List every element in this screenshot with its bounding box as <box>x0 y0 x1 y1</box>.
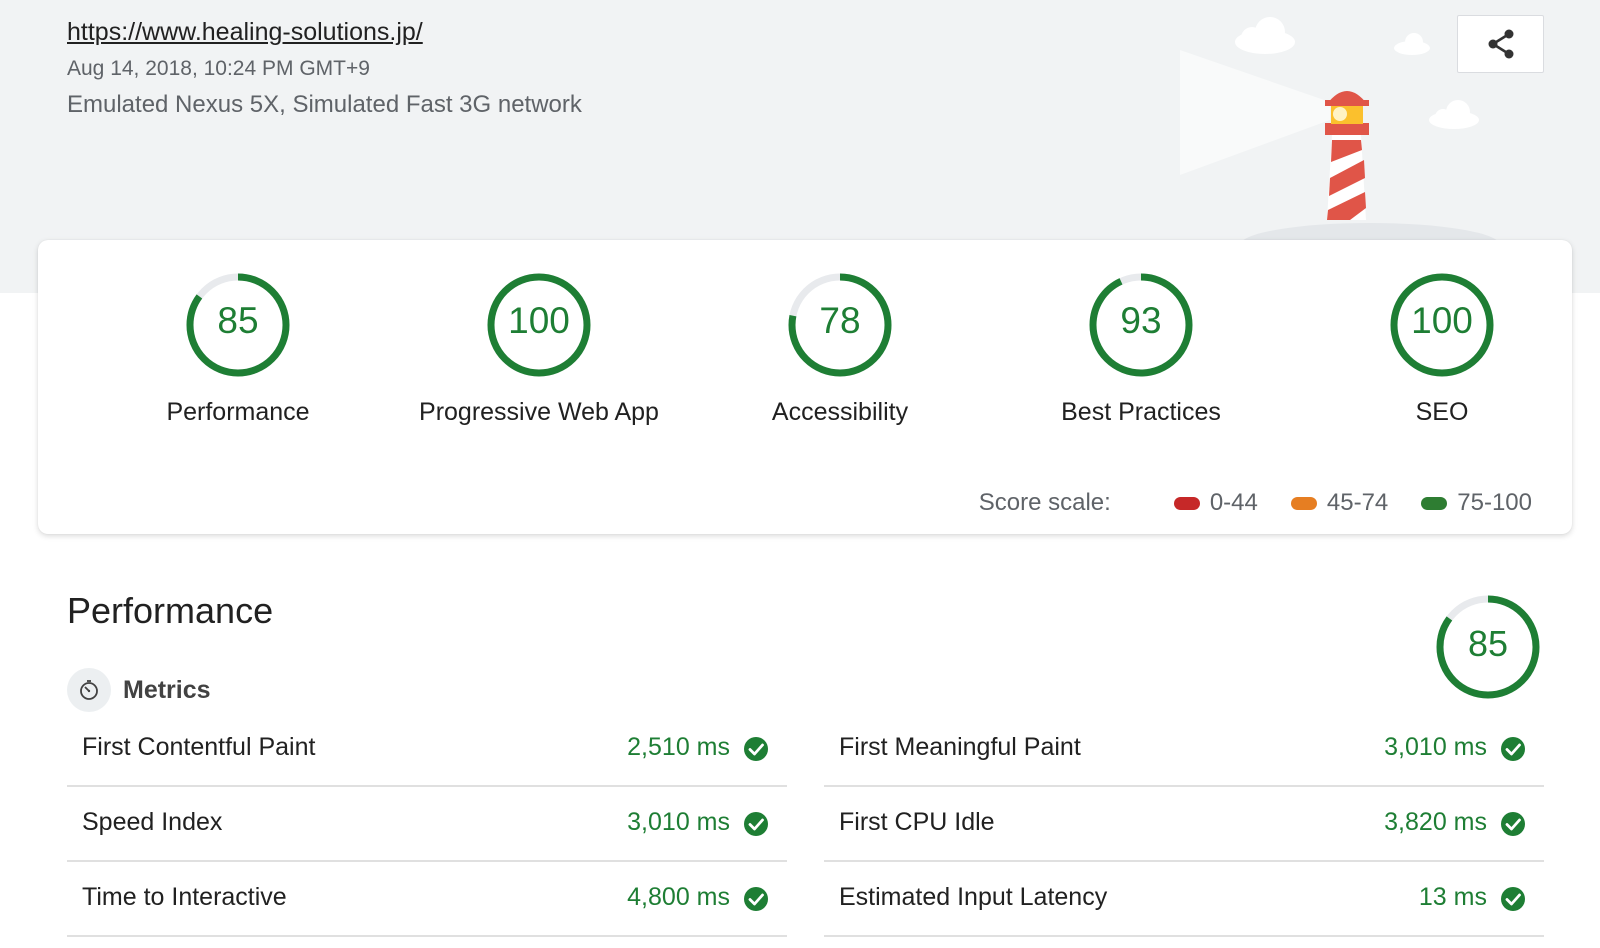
gauge-score: 100 <box>508 300 570 341</box>
report-environment: Emulated Nexus 5X, Simulated Fast 3G net… <box>67 91 582 118</box>
score-summary-card: 85 Performance 100 Progressive Web App 7… <box>38 240 1572 534</box>
score-scale-legend: Score scale: 0-44 45-74 75-100 <box>979 489 1532 517</box>
check-circle-icon <box>744 812 768 836</box>
score-scale-title: Score scale: <box>978 489 1111 516</box>
metric-label: Speed Index <box>82 808 223 836</box>
metrics-header: Metrics <box>67 668 211 712</box>
metric-row[interactable]: Time to Interactive 4,800 ms <box>67 862 787 937</box>
gauge-score: 93 <box>1120 300 1162 341</box>
score-scale-fail: 0-44 <box>1173 489 1258 517</box>
gauge-score: 100 <box>1411 300 1473 341</box>
metric-label: Time to Interactive <box>82 883 287 911</box>
report-url-link[interactable]: https://www.healing-solutions.jp/ <box>67 18 423 47</box>
report-date: Aug 14, 2018, 10:24 PM GMT+9 <box>67 57 370 80</box>
gauge-label: Accessibility <box>771 398 909 426</box>
gauge-accessibility[interactable]: 78 Accessibility <box>710 270 970 430</box>
score-scale-range-label: 45-74 <box>1326 489 1389 516</box>
metric-value: 3,010 ms <box>1384 733 1487 761</box>
gauge-label: Progressive Web App <box>419 398 659 426</box>
section-title: Performance <box>67 590 274 631</box>
metrics-title: Metrics <box>123 675 211 704</box>
metric-value: 3,010 ms <box>627 808 730 836</box>
metric-label: First Meaningful Paint <box>839 733 1081 761</box>
metrics-column-right: First Meaningful Paint 3,010 ms First CP… <box>824 712 1544 937</box>
metric-value: 3,820 ms <box>1384 808 1487 836</box>
pass-swatch <box>1421 496 1448 510</box>
metric-row[interactable]: Estimated Input Latency 13 ms <box>824 862 1544 937</box>
gauge-best-practices[interactable]: 93 Best Practices <box>1011 270 1271 430</box>
average-swatch <box>1290 496 1317 510</box>
fail-swatch <box>1173 496 1200 510</box>
metric-label: Estimated Input Latency <box>839 883 1108 911</box>
gauge-label: Performance <box>166 398 310 426</box>
metric-value: 2,510 ms <box>627 733 730 761</box>
gauge-seo[interactable]: 100 SEO <box>1312 270 1572 430</box>
metric-row[interactable]: First CPU Idle 3,820 ms <box>824 787 1544 862</box>
check-circle-icon <box>744 887 768 911</box>
metric-label: First CPU Idle <box>839 808 995 836</box>
score-scale-average: 45-74 <box>1290 489 1389 517</box>
lighthouse-illustration <box>1180 17 1497 240</box>
gauge-performance[interactable]: 85 Performance <box>108 270 368 430</box>
gauge-label: SEO <box>1415 398 1469 426</box>
gauge-label: Best Practices <box>1061 398 1221 426</box>
metrics-column-left: First Contentful Paint 2,510 ms Speed In… <box>67 712 787 937</box>
check-circle-icon <box>1501 737 1525 761</box>
gauge-score: 78 <box>819 300 861 341</box>
score-scale-range-label: 75-100 <box>1457 489 1532 516</box>
check-circle-icon <box>1501 887 1525 911</box>
metric-value: 13 ms <box>1418 883 1487 911</box>
gauge-progressive-web-app[interactable]: 100 Progressive Web App <box>409 270 669 430</box>
performance-section-gauge: 85 <box>1433 592 1543 702</box>
gauge-score: 85 <box>1467 623 1509 664</box>
gauge-score: 85 <box>217 300 259 341</box>
metric-value: 4,800 ms <box>627 883 730 911</box>
metric-row[interactable]: First Meaningful Paint 3,010 ms <box>824 712 1544 787</box>
metric-row[interactable]: Speed Index 3,010 ms <box>67 787 787 862</box>
check-circle-icon <box>1501 812 1525 836</box>
score-scale-pass: 75-100 <box>1421 489 1532 517</box>
metric-row[interactable]: First Contentful Paint 2,510 ms <box>67 712 787 787</box>
score-scale-range-label: 0-44 <box>1209 489 1258 516</box>
stopwatch-icon <box>67 668 111 712</box>
check-circle-icon <box>744 737 768 761</box>
metric-label: First Contentful Paint <box>82 733 316 761</box>
